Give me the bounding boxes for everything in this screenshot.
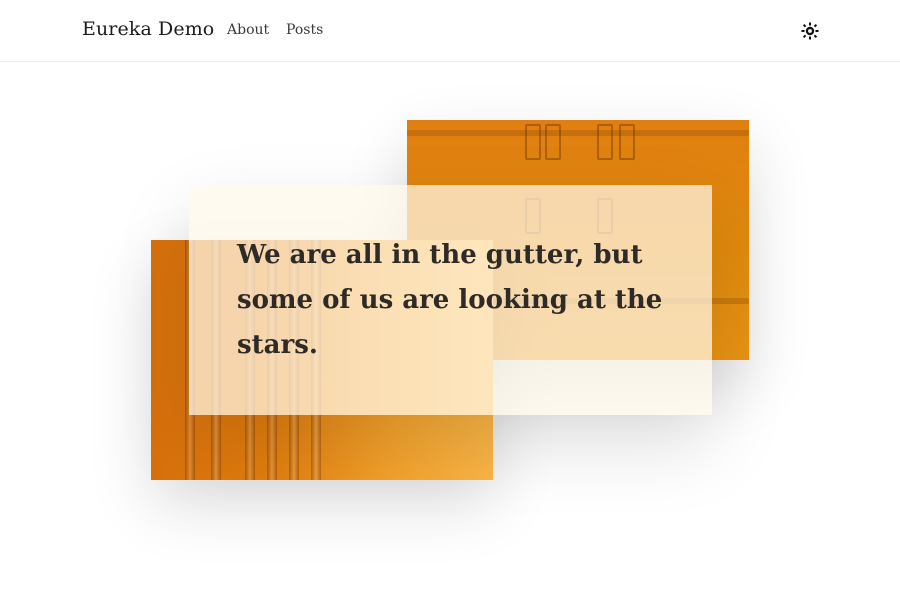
- sun-icon: [800, 22, 820, 44]
- site-header: Eureka Demo About Posts: [0, 0, 900, 62]
- site-title-link[interactable]: Eureka Demo: [82, 18, 214, 40]
- nav-link-about[interactable]: About: [227, 22, 269, 38]
- hero-section: We are all in the gutter, but some of us…: [0, 62, 900, 600]
- theme-toggle-button[interactable]: [800, 21, 820, 41]
- nav-link-posts[interactable]: Posts: [286, 22, 323, 38]
- hero-quote: We are all in the gutter, but some of us…: [237, 240, 663, 360]
- quote-card: We are all in the gutter, but some of us…: [189, 185, 712, 415]
